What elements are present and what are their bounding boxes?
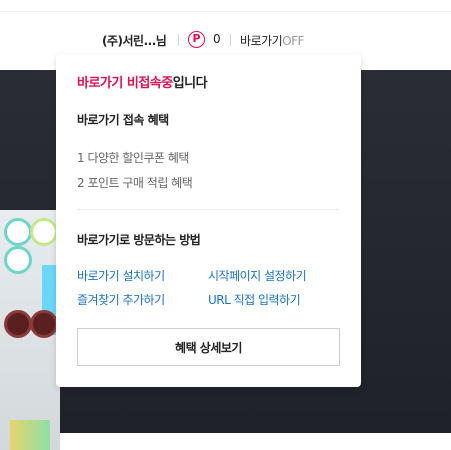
add-favorites-link[interactable]: 즐겨찾기 추가하기 (77, 291, 165, 308)
top-divider (0, 11, 451, 12)
separator (178, 34, 179, 46)
fan-graphic (30, 218, 58, 246)
fan-graphic (4, 218, 32, 246)
shortcut-label: 바로가기 (240, 34, 283, 48)
install-shortcut-link[interactable]: 바로가기 설치하기 (77, 267, 165, 284)
benefits-title: 바로가기 접속 혜택 (77, 113, 169, 127)
header-utility-bar: (주)서린...님 P 0 바로가기OFF (0, 26, 451, 56)
fan-graphic (4, 310, 32, 338)
shortcut-toggle[interactable]: 바로가기OFF (240, 32, 304, 49)
light-graphic (10, 420, 50, 450)
benefit-item: 1 다양한 할인쿠폰 혜택 (77, 151, 189, 165)
benefit-item: 2 포인트 구매 적립 혜택 (77, 176, 193, 190)
fan-graphic (4, 246, 32, 274)
enter-url-link[interactable]: URL 직접 입력하기 (208, 291, 301, 308)
point-icon[interactable]: P (188, 31, 205, 48)
product-image (0, 210, 60, 450)
fan-graphic (30, 310, 58, 338)
shortcut-status: OFF (282, 34, 304, 48)
separator (230, 34, 231, 46)
point-count[interactable]: 0 (213, 32, 221, 46)
popup-title-rest: 입니다 (172, 76, 208, 91)
user-name[interactable]: (주)서린...님 (102, 32, 167, 49)
divider (77, 209, 339, 210)
benefit-details-button[interactable]: 혜택 상세보기 (77, 328, 340, 366)
methods-title: 바로가기로 방문하는 방법 (77, 233, 201, 247)
popup-title: 바로가기 비접속중입니다 (77, 72, 208, 91)
set-startpage-link[interactable]: 시작페이지 설정하기 (208, 267, 307, 284)
shortcut-popup: 바로가기 비접속중입니다 바로가기 접속 혜택 1 다양한 할인쿠폰 혜택 2 … (56, 54, 361, 387)
popup-title-highlight: 바로가기 비접속중 (77, 76, 173, 91)
